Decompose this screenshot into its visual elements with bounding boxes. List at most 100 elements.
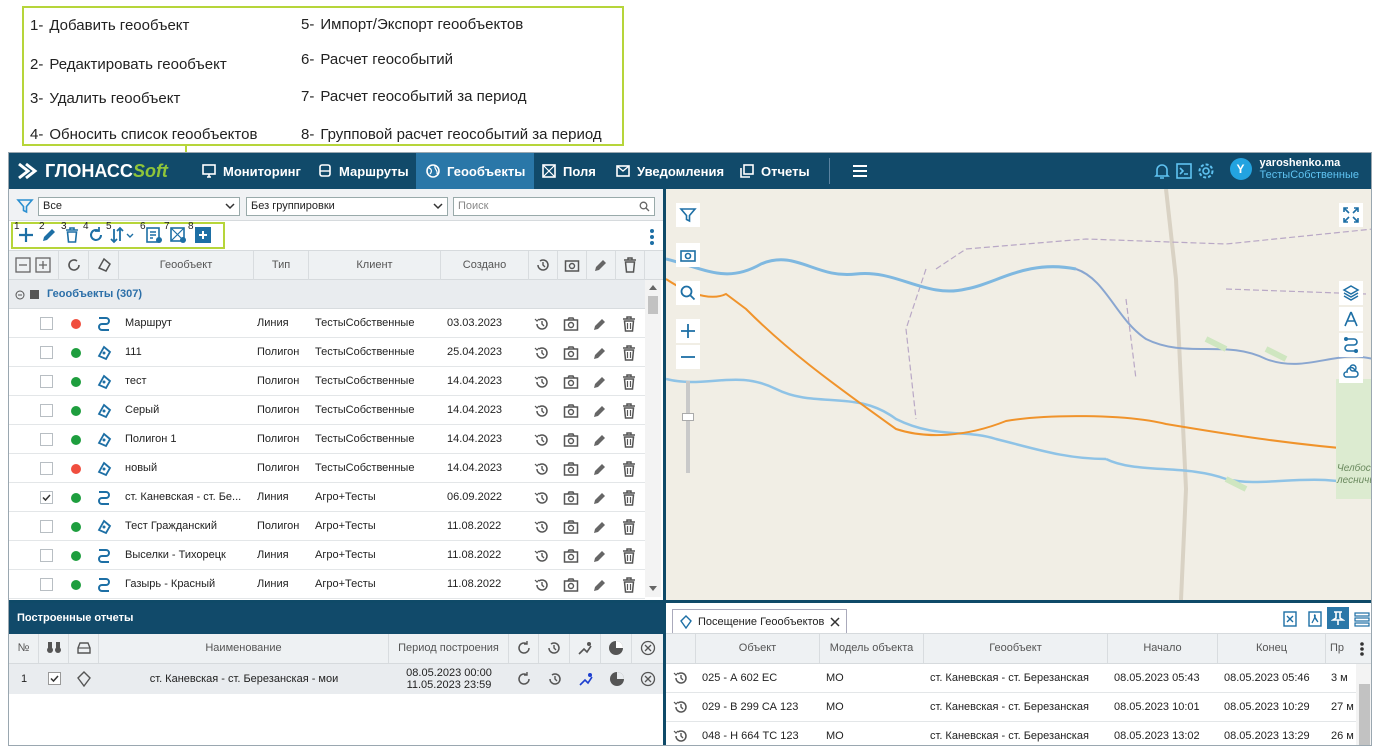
client-column-header[interactable]: Клиент — [309, 251, 441, 280]
import-export-icon[interactable] — [109, 226, 137, 244]
camera-icon[interactable] — [563, 461, 579, 477]
nav-fields[interactable]: Поля — [532, 153, 605, 189]
user-menu[interactable]: Y yaroshenko.ma ТестыСобственные — [1229, 157, 1359, 181]
geoobject-column-header[interactable]: Геообъект — [924, 634, 1108, 663]
nav-notifications[interactable]: Уведомления — [606, 153, 733, 189]
chart-column[interactable] — [601, 634, 632, 663]
history-icon[interactable] — [534, 316, 550, 332]
trash-icon[interactable] — [622, 374, 636, 390]
delete-icon[interactable] — [64, 226, 80, 244]
excel-icon[interactable] — [1282, 611, 1298, 627]
camera-icon[interactable] — [563, 316, 579, 332]
checkbox-checked-icon[interactable] — [48, 672, 61, 685]
bell-icon[interactable] — [1154, 162, 1170, 180]
report-period-header[interactable]: Период построения — [389, 634, 509, 663]
refresh-icon[interactable] — [87, 226, 105, 244]
menu-icon[interactable] — [851, 162, 869, 180]
edit-pencil-icon[interactable] — [592, 345, 608, 361]
history-icon[interactable] — [534, 345, 550, 361]
tab-geo-visits[interactable]: Посещение Геообъектов — [672, 609, 848, 633]
table-row[interactable]: 111 Полигон ТестыСобственные 25.04.2023 — [9, 338, 645, 367]
row-checkbox[interactable] — [40, 520, 53, 533]
history-button[interactable] — [673, 728, 689, 744]
edit-pencil-icon[interactable] — [592, 403, 608, 419]
calc-period-icon[interactable] — [169, 226, 187, 244]
trash-icon[interactable] — [622, 548, 636, 564]
close-column[interactable] — [632, 634, 663, 663]
history-column[interactable] — [539, 634, 570, 663]
report-name-header[interactable]: Наименование — [99, 634, 389, 663]
nav-reports[interactable]: Отчеты — [730, 153, 819, 189]
table-row[interactable]: Маршрут Линия ТестыСобственные 03.03.2023 — [9, 309, 645, 338]
nav-monitoring[interactable]: Мониторинг — [192, 153, 310, 189]
edit-pencil-icon[interactable] — [592, 374, 608, 390]
group-calc-icon[interactable] — [194, 226, 212, 244]
table-row[interactable]: Тест Гражданский Полигон Агро+Тесты 11.08.2… — [9, 512, 645, 541]
history-column[interactable] — [529, 251, 558, 280]
edit-column[interactable] — [587, 251, 616, 280]
trash-icon[interactable] — [622, 577, 636, 593]
table-row[interactable]: тест Полигон ТестыСобственные 14.04.2023 — [9, 367, 645, 396]
filter-icon[interactable] — [16, 197, 34, 215]
visits-scrollbar[interactable] — [1356, 664, 1371, 745]
gear-icon[interactable] — [1197, 162, 1215, 180]
search-input[interactable]: Поиск — [453, 197, 655, 216]
duration-column-header[interactable]: Пр — [1326, 634, 1356, 663]
history-icon[interactable] — [534, 403, 550, 419]
logo[interactable]: ГЛОНАСС Soft — [17, 159, 168, 183]
map-pin-icon[interactable] — [578, 671, 594, 687]
camera-icon[interactable] — [563, 345, 579, 361]
object-column-header[interactable]: Объект — [696, 634, 820, 663]
history-icon[interactable] — [534, 374, 550, 390]
map-filter-button[interactable] — [676, 203, 700, 227]
row-checkbox[interactable] — [40, 549, 53, 562]
history-button[interactable] — [673, 699, 689, 715]
more-vertical-icon[interactable] — [1359, 641, 1365, 657]
edit-pencil-icon[interactable] — [40, 226, 58, 244]
row-checkbox[interactable] — [40, 404, 53, 417]
row-checkbox[interactable] — [40, 317, 53, 330]
history-icon[interactable] — [534, 577, 550, 593]
zoom-in-button[interactable] — [676, 319, 700, 343]
calc-geoevents-icon[interactable] — [145, 226, 163, 244]
trash-icon[interactable] — [622, 461, 636, 477]
collapse-icon[interactable] — [15, 290, 25, 300]
close-icon[interactable] — [830, 616, 840, 627]
geo-list-scrollbar[interactable] — [645, 280, 661, 597]
scrollbar-thumb[interactable] — [1359, 684, 1370, 745]
expand-collapse-column[interactable] — [9, 251, 59, 280]
camera-icon[interactable] — [563, 519, 579, 535]
history-icon[interactable] — [534, 432, 550, 448]
edit-pencil-icon[interactable] — [592, 316, 608, 332]
table-row[interactable]: новый Полигон ТестыСобственные 14.04.2023 — [9, 454, 645, 483]
table-row[interactable]: 048 - Н 664 ТС 123 МО ст. Каневская - ст. … — [666, 722, 1356, 745]
refresh-icon[interactable] — [516, 671, 532, 687]
pin-button[interactable] — [1327, 607, 1349, 629]
binoculars-column[interactable] — [39, 634, 69, 663]
group-row[interactable]: Геообъекты (307) — [9, 280, 645, 309]
object-filter-select[interactable]: Все — [38, 197, 240, 216]
map-search-button[interactable] — [676, 281, 700, 305]
history-icon[interactable] — [673, 670, 689, 686]
created-column-header[interactable]: Создано — [441, 251, 529, 280]
model-column-header[interactable]: Модель объекта — [820, 634, 924, 663]
edit-pencil-icon[interactable] — [592, 577, 608, 593]
trash-icon[interactable] — [622, 432, 636, 448]
kind-column[interactable] — [89, 251, 119, 280]
scrollbar-thumb[interactable] — [648, 296, 658, 314]
row-checkbox[interactable] — [40, 578, 53, 591]
row-checkbox[interactable] — [40, 491, 53, 504]
camera-column[interactable] — [558, 251, 587, 280]
trash-icon[interactable] — [622, 403, 636, 419]
table-row[interactable]: ст. Каневская - ст. Бе... Линия Агро+Тесты… — [9, 483, 645, 512]
car-column[interactable] — [69, 634, 99, 663]
history-column[interactable] — [666, 634, 696, 663]
rows-icon[interactable] — [1354, 611, 1370, 627]
type-column-header[interactable]: Тип — [254, 251, 309, 280]
delete-column[interactable] — [616, 251, 645, 280]
row-checkbox[interactable] — [40, 462, 53, 475]
table-row[interactable]: Газырь - Красный Линия Агро+Тесты 11.08.202… — [9, 570, 645, 599]
ruler-button[interactable] — [1339, 307, 1363, 331]
camera-icon[interactable] — [563, 577, 579, 593]
fullscreen-button[interactable] — [1339, 203, 1363, 227]
